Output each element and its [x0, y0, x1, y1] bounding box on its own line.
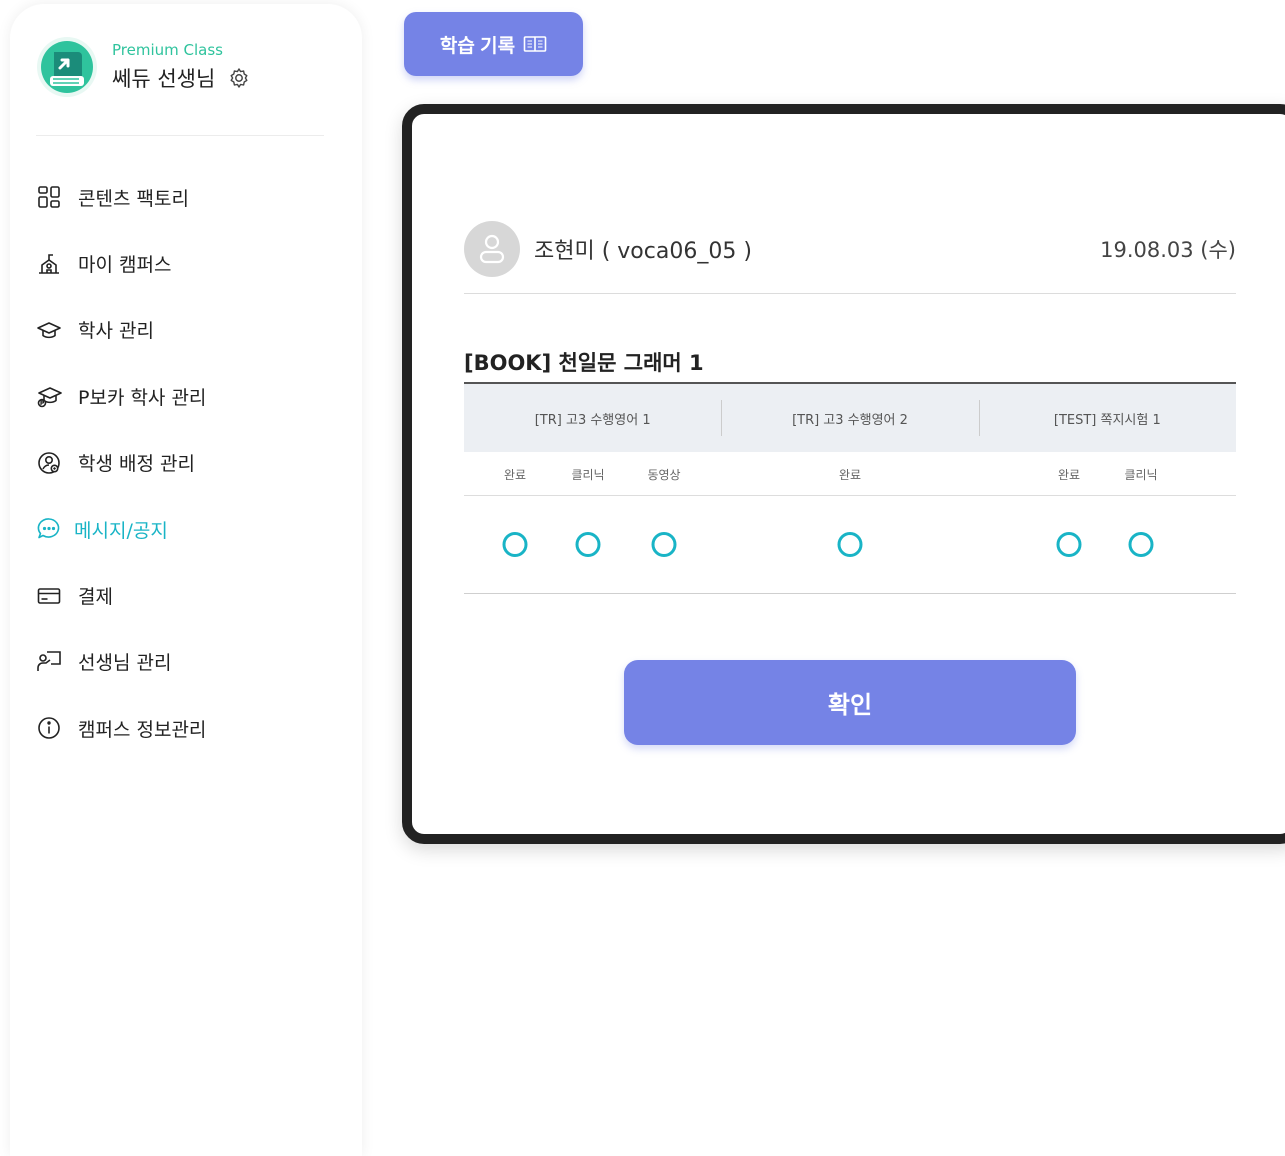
column-header: 클리닉	[1124, 468, 1158, 482]
sidebar-item-label: 학사 관리	[78, 320, 154, 343]
sidebar-divider	[36, 135, 324, 136]
column-header: 클리닉	[571, 468, 605, 482]
table-subheader: 완료 클리닉 동영상 완료 완료 클리닉	[464, 452, 1236, 496]
grid-icon	[38, 186, 60, 208]
sidebar-item-message[interactable]: 메시지/공지	[36, 496, 206, 562]
sidebar-item-payment[interactable]: 결제	[36, 562, 206, 628]
device-frame: 조현미 ( voca06_05 ) 19.08.03 (수) [BOOK] 천일…	[402, 104, 1285, 844]
book-title: [BOOK] 천일문 그래머 1	[464, 351, 704, 375]
info-icon	[38, 717, 60, 740]
sidebar-item-academic[interactable]: 학사 관리	[36, 297, 206, 363]
sidebar-item-teacher-manage[interactable]: 선생님 관리	[36, 629, 206, 695]
graduation-cap-icon	[37, 322, 61, 339]
column-header: 완료	[503, 468, 527, 482]
sidebar-item-pvoca-academic[interactable]: P보카 학사 관리	[36, 363, 206, 429]
confirm-button[interactable]: 확인	[624, 660, 1076, 745]
sidebar-item-student-assign[interactable]: 학생 배정 관리	[36, 430, 206, 496]
sidebar-item-label: P보카 학사 관리	[78, 386, 207, 409]
user-icon	[479, 234, 505, 263]
column-header: 완료	[838, 468, 862, 482]
study-record-button[interactable]: 학습 기록	[404, 12, 583, 76]
progress-table: [TR] 고3 수행영어 1 [TR] 고3 수행영어 2 [TEST] 쪽지시…	[464, 382, 1236, 594]
table-row	[464, 496, 1236, 594]
column-header: 동영상	[647, 468, 681, 482]
student-name: 조현미 ( voca06_05 )	[534, 238, 752, 264]
avatar	[464, 220, 520, 277]
card-icon	[37, 587, 61, 604]
complete-circle-icon	[837, 532, 863, 557]
sidebar-item-content-factory[interactable]: 콘텐츠 팩토리	[36, 164, 206, 230]
graduation-cap-p-icon	[37, 387, 62, 408]
sidebar-item-label: 학생 배정 관리	[78, 453, 195, 476]
gear-icon[interactable]	[227, 66, 251, 90]
user-assign-icon	[38, 451, 60, 474]
message-icon	[37, 518, 60, 539]
sidebar-item-my-campus[interactable]: 마이 캠퍼스	[36, 230, 206, 296]
student-row: 조현미 ( voca06_05 ) 19.08.03 (수)	[464, 214, 1236, 294]
sidebar-item-campus-info[interactable]: 캠퍼스 정보관리	[36, 695, 206, 761]
study-record-label: 학습 기록	[439, 35, 516, 57]
student-date: 19.08.03 (수)	[1100, 237, 1236, 262]
sidebar: Premium Class 쎄듀 선생님 콘텐츠 팩토리 마이 캠퍼스 학사 관…	[10, 4, 362, 1156]
complete-circle-icon	[575, 532, 601, 557]
profile: Premium Class 쎄듀 선생님	[36, 36, 251, 98]
teacher-name: 쎄듀 선생님	[112, 67, 216, 91]
table-group-header: [TR] 고3 수행영어 1	[534, 412, 651, 428]
campus-icon	[39, 253, 59, 274]
complete-circle-icon	[502, 532, 528, 557]
sidebar-item-label: 결제	[78, 586, 113, 609]
sidebar-item-label: 캠퍼스 정보관리	[78, 718, 207, 741]
sidebar-item-label: 메시지/공지	[74, 519, 168, 542]
teacher-board-icon	[37, 651, 61, 671]
logo-icon	[37, 37, 97, 97]
complete-circle-icon	[651, 532, 677, 557]
premium-class-label: Premium Class	[112, 41, 223, 59]
book-icon	[523, 36, 547, 52]
complete-circle-icon	[1056, 532, 1082, 557]
table-header: [TR] 고3 수행영어 1 [TR] 고3 수행영어 2 [TEST] 쪽지시…	[464, 382, 1236, 452]
table-group-header: [TEST] 쪽지시험 1	[978, 384, 1236, 452]
sidebar-item-label: 마이 캠퍼스	[78, 254, 172, 277]
sidebar-item-label: 선생님 관리	[78, 652, 172, 675]
column-header: 완료	[1057, 468, 1081, 482]
complete-circle-icon	[1128, 532, 1154, 557]
sidebar-menu: 콘텐츠 팩토리 마이 캠퍼스 학사 관리 P보카 학사 관리 학생 배정 관리 …	[36, 164, 206, 762]
sidebar-item-label: 콘텐츠 팩토리	[78, 187, 189, 210]
table-group-header: [TR] 고3 수행영어 2	[721, 384, 978, 452]
